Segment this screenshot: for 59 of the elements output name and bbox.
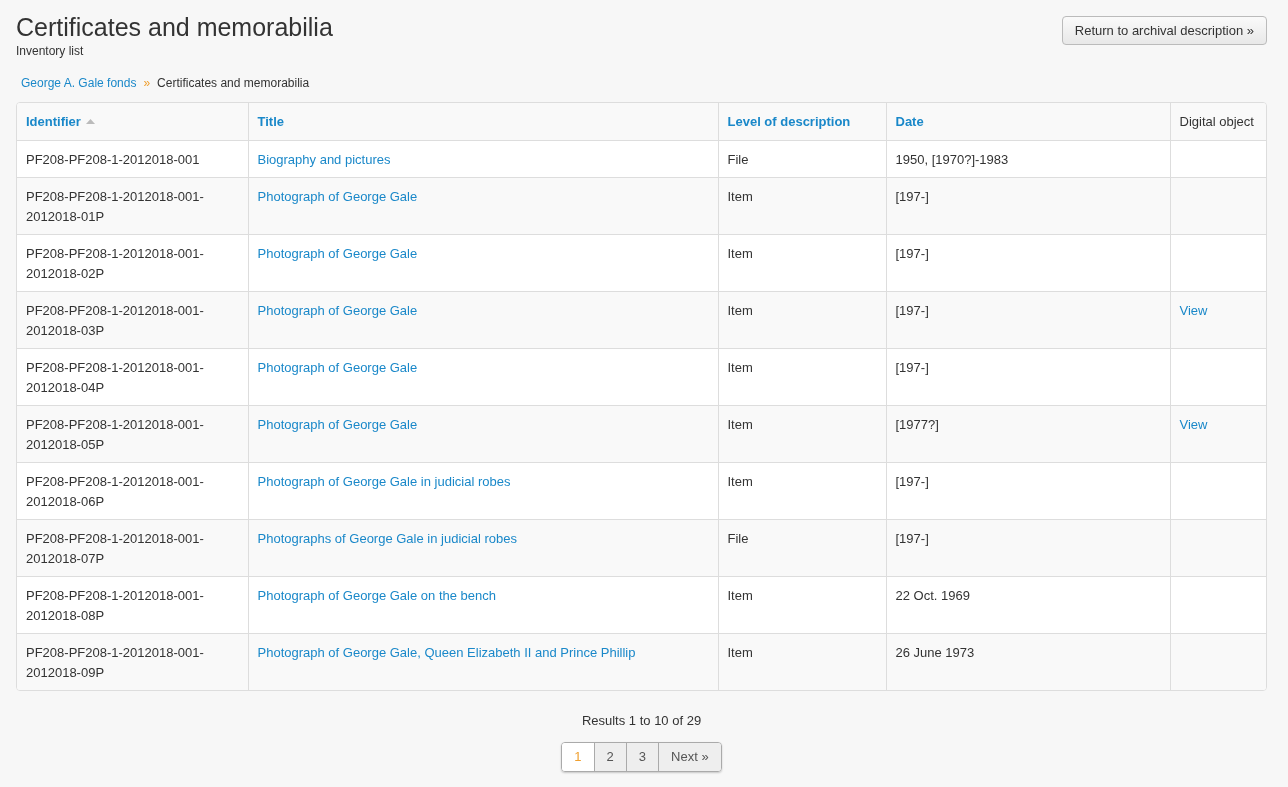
level-cell: File <box>727 151 749 167</box>
page-title: Certificates and memorabilia <box>16 12 333 42</box>
level-cell: Item <box>727 302 753 318</box>
date-cell: [197-] <box>895 359 929 375</box>
date-cell: 22 Oct. 1969 <box>895 587 970 603</box>
column-header: Digital object <box>1179 113 1254 129</box>
record-link[interactable]: Photograph of George Gale <box>257 359 418 375</box>
level-cell: Item <box>727 587 753 603</box>
identifier-cell: PF208-PF208-1-2012018-001-2012018-06P <box>26 473 204 509</box>
level-cell: Item <box>727 188 753 204</box>
level-cell: File <box>727 530 749 546</box>
date-cell: [1977?] <box>895 416 939 432</box>
page-subtitle: Inventory list <box>16 43 85 60</box>
breadcrumb-separator: » <box>143 75 151 92</box>
level-cell: Item <box>727 416 753 432</box>
column-header-link[interactable]: Title <box>257 111 284 131</box>
view-link[interactable]: View <box>1179 302 1208 318</box>
identifier-cell: PF208-PF208-1-2012018-001-2012018-05P <box>26 416 204 452</box>
record-link[interactable]: Photograph of George Gale <box>257 245 418 261</box>
record-link[interactable]: Biography and pictures <box>257 151 391 167</box>
identifier-cell: PF208-PF208-1-2012018-001-2012018-04P <box>26 359 204 395</box>
level-cell: Item <box>727 473 753 489</box>
identifier-cell: PF208-PF208-1-2012018-001 <box>26 151 200 167</box>
results-count: Results 1 to 10 of 29 <box>581 711 702 730</box>
return-button[interactable]: Return to archival description » <box>1061 16 1267 45</box>
page-button[interactable]: Next » <box>658 743 721 771</box>
column-header-link[interactable]: Date <box>895 111 924 131</box>
identifier-cell: PF208-PF208-1-2012018-001-2012018-02P <box>26 245 204 281</box>
column-header-link[interactable]: Level of description <box>727 111 851 131</box>
record-link[interactable]: Photograph of George Gale, Queen Elizabeth II and Prince Phillip <box>257 644 636 660</box>
record-link[interactable]: Photograph of George Gale <box>257 416 418 432</box>
view-link[interactable]: View <box>1179 416 1208 432</box>
date-cell: 26 June 1973 <box>895 644 975 660</box>
breadcrumb-current: Certificates and memorabilia <box>157 75 310 92</box>
identifier-cell: PF208-PF208-1-2012018-001-2012018-03P <box>26 302 204 338</box>
identifier-cell: PF208-PF208-1-2012018-001-2012018-09P <box>26 644 204 680</box>
record-link[interactable]: Photograph of George Gale on the bench <box>257 587 496 603</box>
record-link[interactable]: Photographs of George Gale in judicial robes <box>257 530 517 546</box>
date-cell: [197-] <box>895 188 929 204</box>
breadcrumb-link[interactable]: George A. Gale fonds <box>21 74 137 92</box>
record-link[interactable]: Photograph of George Gale <box>257 302 418 318</box>
record-link[interactable]: Photograph of George Gale in judicial robes <box>257 473 511 489</box>
identifier-cell: PF208-PF208-1-2012018-001-2012018-08P <box>26 587 204 623</box>
identifier-cell: PF208-PF208-1-2012018-001-2012018-07P <box>26 530 204 566</box>
record-link[interactable]: Photograph of George Gale <box>257 188 418 204</box>
page-button[interactable]: 1 <box>562 743 594 771</box>
date-cell: [197-] <box>895 530 929 546</box>
date-cell: [197-] <box>895 302 929 318</box>
date-cell: [197-] <box>895 473 929 489</box>
identifier-cell: PF208-PF208-1-2012018-001-2012018-01P <box>26 188 204 224</box>
page-button[interactable]: 3 <box>625 743 659 771</box>
sort-ascending-icon <box>85 118 95 124</box>
date-cell: [197-] <box>895 245 929 261</box>
date-cell: 1950, [1970?]-1983 <box>895 151 1009 167</box>
page-button[interactable]: 2 <box>593 743 626 771</box>
level-cell: Item <box>727 644 753 660</box>
column-header-link[interactable]: Identifier <box>26 111 95 131</box>
level-cell: Item <box>727 245 753 261</box>
level-cell: Item <box>727 359 753 375</box>
